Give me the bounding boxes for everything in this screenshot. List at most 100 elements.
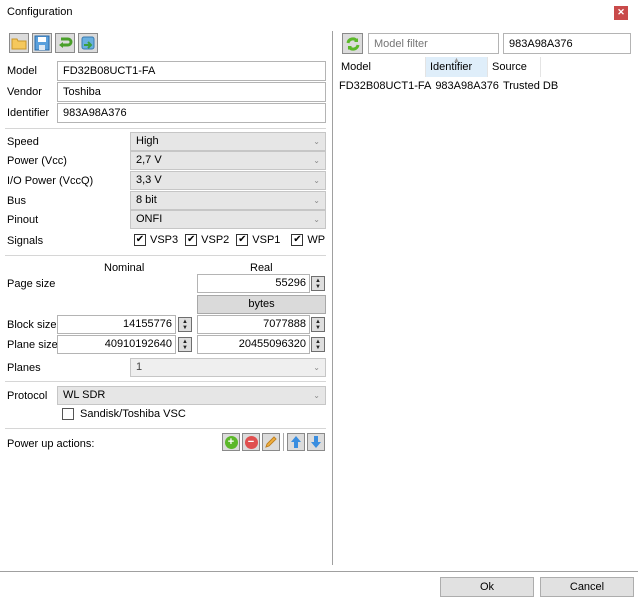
model-filter-input[interactable] (368, 33, 499, 54)
plane-size-real-input[interactable]: 20455096320 (197, 335, 310, 354)
io-power-value: 3,3 V (136, 174, 162, 186)
chevron-down-icon: ⌄ (313, 176, 320, 185)
block-size-real-input[interactable]: 7077888 (197, 315, 310, 334)
toolbar (9, 33, 98, 53)
vendor-field[interactable]: Toshiba (57, 82, 326, 102)
bus-label: Bus (7, 195, 26, 207)
toolbar-separator (283, 433, 284, 451)
speed-value: High (136, 135, 159, 147)
bus-value: 8 bit (136, 194, 157, 206)
pinout-select[interactable]: ONFI ⌄ (130, 210, 326, 229)
spin-down-icon: ▼ (182, 324, 188, 331)
results-table-header: Model ▲ Identifier Source (337, 57, 631, 77)
divider (5, 381, 326, 382)
close-button[interactable]: ✕ (614, 6, 628, 20)
move-up-button[interactable] (287, 433, 305, 451)
remove-icon: − (244, 435, 258, 449)
speed-select[interactable]: High ⌄ (130, 132, 326, 151)
power-up-toolbar: + − (222, 433, 325, 451)
signal-vsp1-checkbox[interactable]: ✔ VSP1 (236, 234, 280, 246)
protocol-value: WL SDR (63, 389, 106, 401)
block-size-nominal-input[interactable]: 14155776 (57, 315, 176, 334)
block-size-nominal-spinner[interactable]: ▲ ▼ (178, 317, 192, 332)
chevron-down-icon: ⌄ (313, 196, 320, 205)
spin-down-icon: ▼ (315, 344, 321, 351)
signal-vsp3-checkbox[interactable]: ✔ VSP3 (134, 234, 178, 246)
undo-arrow-icon (59, 37, 73, 48)
panel-splitter[interactable] (332, 31, 333, 565)
import-button[interactable] (78, 33, 98, 53)
column-header-label: Identifier (430, 61, 473, 73)
identifier-filter-input[interactable] (503, 33, 631, 54)
save-button[interactable] (32, 33, 52, 53)
folder-open-icon (11, 38, 27, 50)
plane-size-nominal-spinner[interactable]: ▲ ▼ (178, 337, 192, 352)
power-select[interactable]: 2,7 V ⌄ (130, 151, 326, 170)
bus-select[interactable]: 8 bit ⌄ (130, 191, 326, 210)
window-title: Configuration (7, 6, 73, 18)
checkmark-icon: ✔ (291, 234, 304, 246)
signals-group: ✔ VSP3 ✔ VSP2 ✔ VSP1 ✔ WP (134, 234, 325, 246)
chevron-down-icon: ⌄ (313, 391, 320, 400)
column-header-source[interactable]: Source (488, 57, 541, 77)
vsc-checkbox[interactable]: Sandisk/Toshiba VSC (62, 408, 186, 420)
spin-down-icon: ▼ (182, 344, 188, 351)
signal-label: VSP1 (252, 234, 281, 246)
cell-identifier: 983A98A376 (435, 80, 499, 92)
chevron-down-icon: ⌄ (313, 156, 320, 165)
reload-button[interactable] (55, 33, 75, 53)
power-up-label: Power up actions: (7, 438, 95, 450)
plane-size-nominal-input[interactable]: 40910192640 (57, 335, 176, 354)
ok-button[interactable]: Ok (440, 577, 534, 597)
cancel-button[interactable]: Cancel (540, 577, 634, 597)
planes-value: 1 (136, 361, 143, 373)
protocol-select[interactable]: WL SDR ⌄ (57, 386, 326, 405)
page-size-real-spinner[interactable]: ▲ ▼ (311, 276, 325, 291)
planes-select[interactable]: 1 ⌄ (130, 358, 326, 377)
table-row[interactable]: FD32B08UCT1-FA 983A98A376 Trusted DB (339, 80, 558, 92)
edit-pencil-icon (265, 436, 277, 448)
refresh-button[interactable] (342, 33, 363, 54)
sort-ascending-icon: ▲ (453, 57, 460, 64)
checkmark-icon: ✔ (134, 234, 146, 246)
add-action-button[interactable]: + (222, 433, 240, 451)
edit-action-button[interactable] (262, 433, 280, 451)
footer-divider (0, 571, 638, 572)
page-size-label: Page size (7, 278, 56, 290)
add-icon: + (224, 435, 238, 449)
cell-model: FD32B08UCT1-FA (339, 80, 432, 92)
block-size-real-spinner[interactable]: ▲ ▼ (311, 317, 325, 332)
page-size-real-input[interactable]: 55296 (197, 274, 310, 293)
signals-label: Signals (7, 235, 44, 247)
planes-label: Planes (7, 362, 41, 374)
speed-label: Speed (7, 136, 39, 148)
open-button[interactable] (9, 33, 29, 53)
signal-vsp2-checkbox[interactable]: ✔ VSP2 (185, 234, 229, 246)
divider (5, 128, 326, 129)
refresh-icon (346, 36, 359, 51)
signal-label: VSP2 (201, 234, 230, 246)
chevron-down-icon: ⌄ (313, 215, 320, 224)
remove-action-button[interactable]: − (242, 433, 260, 451)
plane-size-real-spinner[interactable]: ▲ ▼ (311, 337, 325, 352)
unit-button[interactable]: bytes (197, 295, 326, 314)
move-down-button[interactable] (307, 433, 325, 451)
nominal-header: Nominal (104, 262, 145, 274)
io-power-select[interactable]: 3,3 V ⌄ (130, 171, 326, 190)
column-header-model[interactable]: Model (337, 57, 426, 77)
model-field[interactable]: FD32B08UCT1-FA (57, 61, 326, 81)
cell-source: Trusted DB (502, 80, 559, 92)
checkmark-icon: ✔ (185, 234, 198, 246)
signal-label: WP (307, 234, 326, 246)
floppy-disk-icon (34, 35, 50, 51)
chevron-down-icon: ⌄ (313, 363, 320, 372)
identifier-label: Identifier (7, 107, 50, 119)
power-label: Power (Vcc) (7, 155, 67, 167)
protocol-label: Protocol (7, 390, 48, 402)
column-header-identifier[interactable]: ▲ Identifier (426, 57, 488, 77)
signal-wp-checkbox[interactable]: ✔ WP (291, 234, 325, 246)
chevron-down-icon: ⌄ (313, 137, 320, 146)
arrow-down-icon (311, 436, 321, 448)
signal-label: VSP3 (150, 234, 179, 246)
identifier-field[interactable]: 983A98A376 (57, 103, 326, 123)
